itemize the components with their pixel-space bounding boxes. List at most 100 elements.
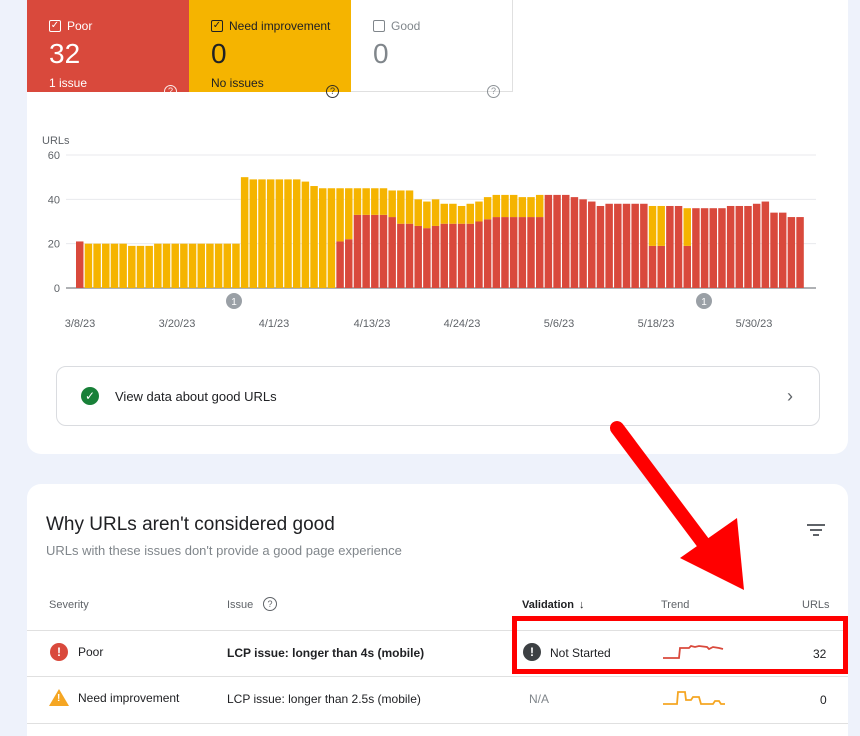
bar-need-improvement [214, 243, 223, 288]
bar-poor [770, 212, 778, 288]
bar-poor [631, 203, 639, 288]
bar-poor [735, 205, 744, 288]
bar-poor [475, 221, 483, 288]
bar-need-improvement [327, 188, 336, 288]
x-tick-label: 5/30/23 [736, 318, 773, 330]
bar-poor [423, 228, 431, 288]
bar-poor [544, 194, 553, 288]
bar-need-improvement [136, 245, 145, 288]
bar-poor [483, 219, 492, 288]
bar-need-improvement [102, 243, 110, 288]
filter-icon[interactable] [807, 524, 825, 539]
annotation-marker-label: 1 [231, 297, 237, 308]
bar-need-improvement [110, 243, 119, 288]
x-tick-label: 4/1/23 [259, 318, 290, 330]
bar-poor [336, 241, 344, 288]
bar-poor [588, 201, 596, 288]
bar-need-improvement [188, 243, 197, 288]
bar-need-improvement [266, 179, 275, 288]
bar-poor [76, 241, 84, 288]
bar-need-improvement [414, 199, 422, 226]
bar-poor [457, 223, 466, 288]
bar-poor [371, 214, 379, 288]
bar-poor [509, 217, 518, 288]
view-good-urls-label: View data about good URLs [115, 388, 277, 404]
bar-need-improvement [275, 179, 284, 288]
bar-need-improvement [232, 243, 240, 288]
bar-need-improvement [518, 197, 527, 218]
bar-poor [535, 217, 544, 288]
header-issue[interactable]: Issue [227, 599, 253, 611]
bar-need-improvement [345, 188, 353, 240]
bar-poor [622, 203, 631, 288]
bar-need-improvement [128, 245, 136, 288]
bar-poor [379, 214, 388, 288]
arrow-down-icon: ↓ [579, 599, 585, 611]
divider [27, 723, 848, 724]
bar-need-improvement [535, 194, 544, 218]
bar-poor [796, 217, 804, 288]
bar-poor [466, 223, 475, 288]
x-tick-label: 4/24/23 [444, 318, 481, 330]
annotation-highlight-box [512, 616, 848, 674]
divider [27, 676, 848, 677]
bar-need-improvement [483, 197, 492, 220]
row-severity: Need improvement [78, 691, 180, 705]
x-tick-label: 4/13/23 [354, 318, 391, 330]
bar-need-improvement [527, 197, 535, 218]
bar-poor [518, 217, 527, 288]
bar-need-improvement [249, 179, 258, 288]
y-tick-label: 20 [48, 239, 60, 251]
urls-stacked-bar-chart: URLs 60 40 20 0 3/8/23 3/20/23 4/1/23 4/13/23 4/2… [42, 135, 816, 330]
view-good-urls-link[interactable]: ✓ View data about good URLs › [56, 366, 820, 426]
bar-need-improvement [258, 179, 266, 288]
bar-poor [492, 217, 501, 288]
help-icon[interactable]: ? [263, 597, 277, 611]
bar-need-improvement [353, 188, 362, 215]
bar-need-improvement [648, 205, 657, 246]
warning-icon: ! [49, 689, 69, 706]
bar-poor [787, 217, 796, 288]
bar-need-improvement [310, 186, 318, 288]
x-tick-label: 5/6/23 [544, 318, 575, 330]
bar-poor [761, 201, 770, 288]
chevron-right-icon: › [787, 385, 793, 406]
row-issue[interactable]: LCP issue: longer than 4s (mobile) [227, 646, 424, 660]
header-severity[interactable]: Severity [49, 599, 89, 611]
header-urls[interactable]: URLs [802, 599, 830, 611]
bar-need-improvement [319, 188, 327, 288]
bar-need-improvement [683, 208, 691, 246]
bar-need-improvement [240, 177, 249, 288]
bar-need-improvement [336, 188, 344, 242]
bar-need-improvement [171, 243, 179, 288]
bar-need-improvement [431, 199, 440, 226]
y-tick-label: 0 [54, 283, 60, 295]
header-validation[interactable]: Validation [522, 599, 574, 611]
bar-need-improvement [501, 194, 509, 218]
bar-poor [562, 194, 570, 288]
bar-need-improvement [371, 188, 379, 215]
bar-need-improvement [180, 243, 188, 288]
bar-poor [709, 208, 718, 288]
bar-need-improvement [119, 243, 127, 288]
bar-need-improvement [475, 201, 483, 222]
bar-poor [362, 214, 370, 288]
check-circle-icon: ✓ [81, 387, 99, 405]
row-issue[interactable]: LCP issue: longer than 2.5s (mobile) [227, 692, 421, 706]
bar-poor [726, 205, 735, 288]
bar-need-improvement [284, 179, 292, 288]
bar-poor [449, 223, 457, 288]
bar-need-improvement [379, 188, 388, 215]
y-axis-label: URLs [42, 135, 70, 147]
bar-poor [553, 194, 561, 288]
bar-need-improvement [162, 243, 171, 288]
bar-poor [744, 205, 752, 288]
issues-card: Why URLs aren't considered good URLs wit… [27, 484, 848, 736]
bar-need-improvement [84, 243, 93, 288]
bar-poor [683, 245, 691, 288]
bar-poor [431, 225, 440, 288]
bar-need-improvement [301, 181, 310, 288]
bar-poor [718, 208, 726, 288]
bar-need-improvement [423, 201, 431, 229]
bar-need-improvement [154, 243, 162, 288]
